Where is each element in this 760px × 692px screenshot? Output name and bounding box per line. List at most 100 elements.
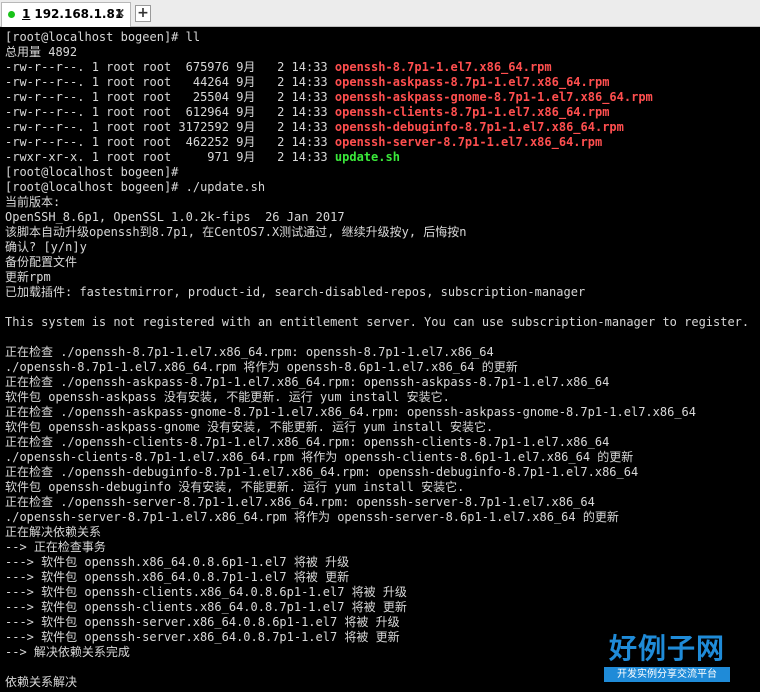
terminal-text: 已加载插件: fastestmirror, product-id, search… [5,285,586,299]
terminal-text: -rw-r--r--. 1 root root 44264 9月 2 14:33 [5,75,335,89]
session-tab-label: 1 192.168.1.81 [22,7,123,21]
terminal-text: ./openssh-8.7p1-1.el7.x86_64.rpm 将作为 ope… [5,360,518,374]
terminal-line: 正在检查 ./openssh-server-8.7p1-1.el7.x86_64… [5,495,760,510]
terminal-line: 总用量 4892 [5,45,760,60]
session-tab-number: 1 [22,7,31,21]
terminal-text: ---> 软件包 openssh.x86_64.0.8.6p1-1.el7 将被… [5,555,350,569]
terminal-text: 正在解决依赖关系 [5,525,102,539]
terminal-output[interactable]: [root@localhost bogeen]# ll 总用量 4892 -rw-r… [0,27,760,692]
watermark-title: 好例子网 [608,632,725,665]
terminal-line: -rw-r--r--. 1 root root 612964 9月 2 14:3… [5,105,760,120]
terminal-text: --> 正在检查事务 [5,540,106,554]
terminal-text: -rw-r--r--. 1 root root 3172592 9月 2 14:… [5,120,335,134]
terminal-line: 软件包 openssh-debuginfo 没有安装, 不能更新. 运行 yum… [5,480,760,495]
terminal-line: ---> 软件包 openssh-clients.x86_64.0.8.6p1-… [5,585,760,600]
tab-bar: 1 192.168.1.81 × + [0,0,760,27]
terminal-text: ---> 软件包 openssh-server.x86_64.0.8.6p1-1… [5,615,400,629]
terminal-line: ---> 软件包 openssh.x86_64.0.8.6p1-1.el7 将被… [5,555,760,570]
rpm-filename: openssh-debuginfo-8.7p1-1.el7.x86_64.rpm [334,120,624,134]
terminal-text: ./openssh-server-8.7p1-1.el7.x86_64.rpm … [5,510,619,524]
terminal-line: ---> 软件包 openssh-server.x86_64.0.8.6p1-1… [5,615,760,630]
terminal-line: 该脚本自动升级openssh到8.7p1, 在CentOS7.X测试通过, 继续… [5,225,760,240]
terminal-text: 该脚本自动升级openssh到8.7p1, 在CentOS7.X测试通过, 继续… [5,225,467,239]
terminal-text: 正在检查 ./openssh-8.7p1-1.el7.x86_64.rpm: o… [5,345,494,359]
terminal-text: [root@localhost bogeen]# ./update.sh [5,180,266,194]
close-tab-icon[interactable]: × [112,5,128,23]
terminal-text: 总用量 4892 [5,45,78,59]
terminal-line: -rw-r--r--. 1 root root 25504 9月 2 14:33… [5,90,760,105]
terminal-line: 已加载插件: fastestmirror, product-id, search… [5,285,760,300]
terminal-line: ./openssh-server-8.7p1-1.el7.x86_64.rpm … [5,510,760,525]
terminal-line: This system is not registered with an en… [5,315,760,330]
watermark-subtitle: 开发实例分享交流平台 [604,667,730,682]
terminal-line: ---> 软件包 openssh-clients.x86_64.0.8.7p1-… [5,600,760,615]
terminal-text: ---> 软件包 openssh-server.x86_64.0.8.7p1-1… [5,630,400,644]
terminal-text: 软件包 openssh-askpass 没有安装, 不能更新. 运行 yum i… [5,390,450,404]
session-tab-host: 192.168.1.81 [34,7,124,21]
terminal-text: [root@localhost bogeen]# ll [5,30,201,44]
terminal-line: [root@localhost bogeen]# [5,165,760,180]
terminal-line: ---> 软件包 openssh.x86_64.0.8.7p1-1.el7 将被… [5,570,760,585]
terminal-line: 确认? [y/n]y [5,240,760,255]
terminal-line: [root@localhost bogeen]# ./update.sh [5,180,760,195]
terminal-text: 备份配置文件 [5,255,78,269]
terminal-line: OpenSSH_8.6p1, OpenSSL 1.0.2k-fips 26 Ja… [5,210,760,225]
session-tab[interactable]: 1 192.168.1.81 × [1,2,131,27]
terminal-text: -rwxr-xr-x. 1 root root 971 9月 2 14:33 [5,150,335,164]
terminal-line: 正在解决依赖关系 [5,525,760,540]
rpm-filename: openssh-clients-8.7p1-1.el7.x86_64.rpm [334,105,610,119]
terminal-line: 正在检查 ./openssh-clients-8.7p1-1.el7.x86_6… [5,435,760,450]
terminal-text: 软件包 openssh-askpass-gnome 没有安装, 不能更新. 运行… [5,420,494,434]
terminal-line: 正在检查 ./openssh-debuginfo-8.7p1-1.el7.x86… [5,465,760,480]
terminal-text: --> 解决依赖关系完成 [5,645,130,659]
terminal-text: -rw-r--r--. 1 root root 462252 9月 2 14:3… [5,135,335,149]
terminal-text: 当前版本: [5,195,61,209]
watermark-logo: 好例子网 开发实例分享交流平台 [604,632,730,684]
terminal-text: ---> 软件包 openssh.x86_64.0.8.7p1-1.el7 将被… [5,570,350,584]
terminal-text: [root@localhost bogeen]# [5,165,179,179]
terminal-line: -rw-r--r--. 1 root root 3172592 9月 2 14:… [5,120,760,135]
terminal-text: 正在检查 ./openssh-askpass-8.7p1-1.el7.x86_6… [5,375,610,389]
terminal-line: ./openssh-clients-8.7p1-1.el7.x86_64.rpm… [5,450,760,465]
terminal-text: 软件包 openssh-debuginfo 没有安装, 不能更新. 运行 yum… [5,480,465,494]
terminal-line: 正在检查 ./openssh-askpass-gnome-8.7p1-1.el7… [5,405,760,420]
terminal-text: 正在检查 ./openssh-clients-8.7p1-1.el7.x86_6… [5,435,610,449]
terminal-text: -rw-r--r--. 1 root root 612964 9月 2 14:3… [5,105,335,119]
terminal-text: 依赖关系解决 [5,675,78,689]
rpm-filename: openssh-askpass-gnome-8.7p1-1.el7.x86_64… [334,90,653,104]
terminal-text: 更新rpm [5,270,51,284]
terminal-line: ./openssh-8.7p1-1.el7.x86_64.rpm 将作为 ope… [5,360,760,375]
terminal-line: --> 正在检查事务 [5,540,760,555]
terminal-line: 软件包 openssh-askpass-gnome 没有安装, 不能更新. 运行… [5,420,760,435]
terminal-line: 当前版本: [5,195,760,210]
terminal-line: -rw-r--r--. 1 root root 675976 9月 2 14:3… [5,60,760,75]
terminal-line: 正在检查 ./openssh-8.7p1-1.el7.x86_64.rpm: o… [5,345,760,360]
terminal-text: 正在检查 ./openssh-debuginfo-8.7p1-1.el7.x86… [5,465,639,479]
terminal-text: -rw-r--r--. 1 root root 675976 9月 2 14:3… [5,60,335,74]
terminal-window: 1 192.168.1.81 × + [root@localhost bogeen… [0,0,760,692]
terminal-line: 软件包 openssh-askpass 没有安装, 不能更新. 运行 yum i… [5,390,760,405]
terminal-line: 更新rpm [5,270,760,285]
script-filename: update.sh [334,150,400,164]
terminal-text: ./openssh-clients-8.7p1-1.el7.x86_64.rpm… [5,450,634,464]
terminal-text: 正在检查 ./openssh-askpass-gnome-8.7p1-1.el7… [5,405,696,419]
terminal-line: -rw-r--r--. 1 root root 44264 9月 2 14:33… [5,75,760,90]
rpm-filename: openssh-8.7p1-1.el7.x86_64.rpm [334,60,552,74]
new-tab-button[interactable]: + [135,5,151,22]
terminal-text: ---> 软件包 openssh-clients.x86_64.0.8.6p1-… [5,585,407,599]
connection-status-icon [8,11,15,18]
terminal-text: 正在检查 ./openssh-server-8.7p1-1.el7.x86_64… [5,495,595,509]
rpm-filename: openssh-askpass-8.7p1-1.el7.x86_64.rpm [334,75,610,89]
terminal-text: 确认? [y/n]y [5,240,87,254]
terminal-text: -rw-r--r--. 1 root root 25504 9月 2 14:33 [5,90,335,104]
terminal-line: 备份配置文件 [5,255,760,270]
terminal-text: This system is not registered with an en… [5,315,750,329]
terminal-line: -rwxr-xr-x. 1 root root 971 9月 2 14:33 u… [5,150,760,165]
rpm-filename: openssh-server-8.7p1-1.el7.x86_64.rpm [334,135,603,149]
terminal-line: 正在检查 ./openssh-askpass-8.7p1-1.el7.x86_6… [5,375,760,390]
terminal-line: [root@localhost bogeen]# ll [5,30,760,45]
terminal-text: OpenSSH_8.6p1, OpenSSL 1.0.2k-fips 26 Ja… [5,210,345,224]
terminal-text: ---> 软件包 openssh-clients.x86_64.0.8.7p1-… [5,600,407,614]
